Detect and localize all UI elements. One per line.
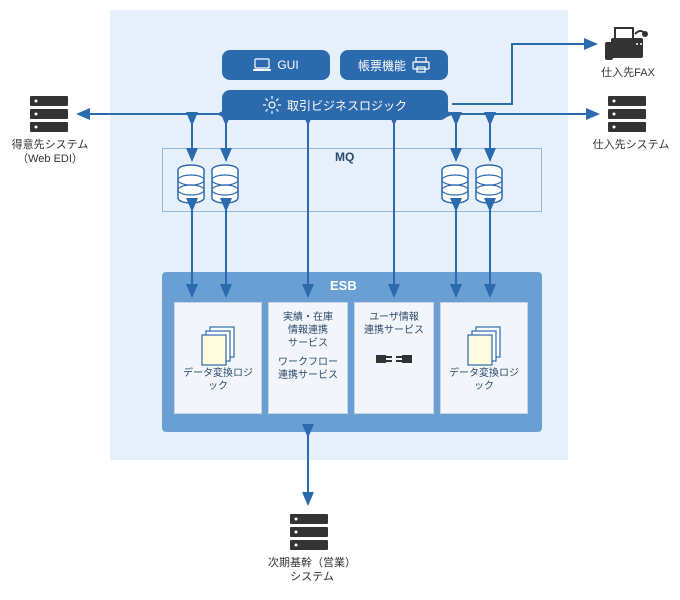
diagram-canvas: GUI 帳票機能 取引ビジネスロジック MQ ESB データ変換ロジック 実績・… [0, 0, 680, 600]
arrows [0, 0, 680, 600]
